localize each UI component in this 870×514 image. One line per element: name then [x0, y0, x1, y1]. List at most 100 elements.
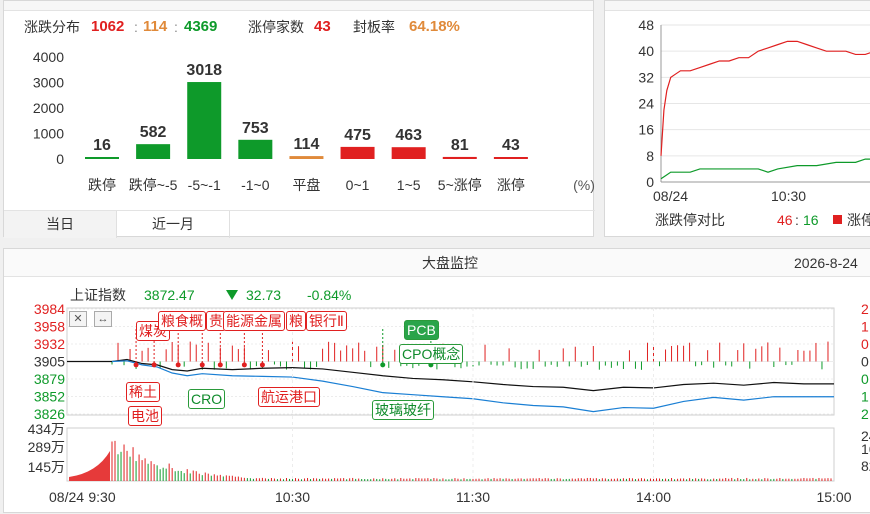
x-tick-label: -5~-1 [188, 177, 221, 193]
ratio-up: 46 [777, 212, 793, 228]
tag-grain-concept[interactable]: 粮食概 [158, 311, 206, 331]
y-tick-label: 3932 [34, 336, 65, 352]
tag-rare-earth[interactable]: 稀土 [126, 382, 160, 402]
bar-3 [238, 139, 273, 159]
distribution-bar-chart: 0 1000 2000 3000 4000 16 跌停 582 跌停~-5 3018 -5~-1 75… [33, 49, 595, 193]
tag-energy-metals[interactable]: 能源金属 [223, 311, 285, 331]
event-marker [175, 362, 181, 368]
y-tick-label: 3000 [33, 75, 64, 91]
y-tick-label-right: 0. [861, 371, 870, 387]
limit-ratio-line-chart: 08162432404808/24 10:30 [638, 17, 870, 204]
volume-tick-label: 434万 [28, 421, 65, 437]
y-tick-label: 24 [638, 96, 654, 112]
bar-5 [340, 146, 375, 159]
volume-tick-label: 289万 [28, 439, 65, 455]
unit-label: (%) [573, 177, 595, 193]
bar-value-label: 114 [294, 136, 320, 153]
series-line-跌停 [660, 158, 870, 180]
y-tick-label: 3826 [34, 406, 65, 422]
x-tick-label: 11:30 [456, 489, 490, 505]
bar-7 [442, 156, 477, 159]
y-tick-label-right: 0. [861, 336, 870, 352]
tag-shipping[interactable]: 航运港口 [258, 387, 320, 407]
x-tick-label: 14:00 [636, 489, 671, 505]
x-tick-label: 08/24 [653, 188, 688, 204]
x-tick-label: 15:00 [816, 489, 851, 505]
event-marker [241, 362, 247, 368]
volume-tick-label: 145万 [28, 459, 65, 475]
bar-value-label: 463 [395, 127, 422, 144]
event-marker [151, 362, 157, 368]
tag-glass-fiber[interactable]: 玻璃玻纤 [372, 400, 434, 420]
y-tick-label: 48 [638, 17, 654, 33]
tag-pcb[interactable]: PCB [404, 320, 439, 340]
y-tick-label: 32 [638, 69, 654, 85]
bar-value-label: 81 [451, 137, 469, 154]
y-tick-label: 1000 [33, 126, 64, 142]
y-tick-label: 40 [638, 43, 654, 59]
volume-tick-label-right: 82 [861, 458, 870, 474]
tag-cpo[interactable]: CPO概念 [399, 344, 464, 364]
y-tick-label: 3958 [34, 319, 65, 335]
ratio-legend: 涨停 [847, 212, 870, 228]
x-tick-label: 1~5 [397, 177, 421, 193]
bar-0 [85, 157, 119, 159]
tab-month[interactable]: 近一月 [117, 211, 230, 238]
x-tick-label: 5~涨停 [438, 177, 482, 193]
bar-value-label: 475 [344, 127, 371, 144]
bar-value-label: 43 [502, 137, 520, 154]
market-monitor-panel: 大盘监控 2026-8-24 上证指数 3872.47 32.73 -0.84%… [3, 248, 870, 513]
volume-tick-label-right: 16 [861, 441, 870, 457]
y-tick-label: 4000 [33, 49, 64, 65]
bar-value-label: 582 [140, 124, 167, 141]
bar-value-label: 3018 [186, 62, 222, 79]
ratio-label: 涨跌停对比 [655, 212, 725, 228]
x-tick-label: 0~1 [346, 177, 370, 193]
x-tick-label: -1~0 [241, 177, 270, 193]
tag-battery[interactable]: 电池 [128, 406, 162, 426]
auction-volume-area [69, 451, 110, 481]
series-line-涨停 [660, 40, 870, 156]
y-tick-label-right: 2. [861, 406, 870, 422]
y-tick-label: 3852 [34, 389, 65, 405]
y-tick-label-right: 2. [861, 301, 870, 317]
y-tick-label: 8 [646, 148, 654, 164]
y-tick-label: 3879 [34, 371, 65, 387]
tag-grain[interactable]: 粮 [286, 311, 306, 331]
event-marker [380, 362, 386, 368]
x-tick-label: 9:30 [88, 489, 115, 505]
x-tick-label: 10:30 [771, 188, 806, 204]
y-tick-label: 0 [56, 151, 64, 167]
event-marker [217, 362, 223, 368]
y-tick-label: 2000 [33, 100, 64, 116]
y-tick-label-right: 0. [861, 354, 870, 370]
y-tick-label: 3984 [34, 301, 65, 317]
bar-1 [136, 144, 171, 159]
x-tick-label: 跌停 [88, 177, 116, 193]
close-icon[interactable]: ✕ [69, 311, 87, 327]
event-marker [259, 362, 265, 368]
bar-2 [187, 82, 222, 159]
y-tick-label: 3905 [34, 354, 65, 370]
distribution-tabs: 当日 近一月 [4, 210, 595, 238]
y-tick-label: 16 [638, 122, 654, 138]
bar-6 [391, 147, 426, 159]
x-tick-label: 跌停~-5 [129, 177, 178, 193]
volume-plot-frame [66, 427, 835, 482]
y-tick-label-right: 1. [861, 389, 870, 405]
distribution-panel: 涨跌分布 1062 : 114 : 4369 涨停家数 43 封板率 64.18… [3, 0, 595, 238]
tab-today[interactable]: 当日 [4, 211, 117, 238]
event-marker [199, 362, 205, 368]
tag-bank[interactable]: 银行Ⅱ [306, 311, 347, 331]
expand-horizontal-icon[interactable]: ↔ [94, 311, 112, 327]
bar-value-label: 16 [93, 137, 111, 154]
tag-cro[interactable]: CRO [188, 389, 226, 409]
limit-ratio-panel: 0 8 16 24 32 40 48 08/24 10:30 涨跌停对比 46 : 16 涨停 [604, 0, 870, 237]
x-tick-label: 10:30 [275, 489, 310, 505]
x-tick-label: 涨停 [497, 177, 525, 193]
ratio-down: 16 [803, 212, 819, 228]
x-tick-label: 平盘 [292, 177, 320, 193]
legend-swatch [833, 215, 842, 224]
event-marker [133, 362, 139, 368]
bar-value-label: 753 [242, 120, 269, 137]
